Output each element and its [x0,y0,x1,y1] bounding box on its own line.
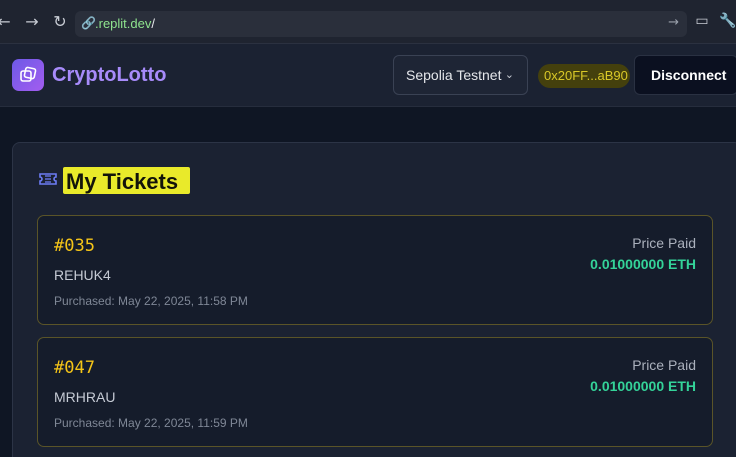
price-label: Price Paid [632,357,696,373]
app-logo[interactable] [12,59,44,91]
app-header: CryptoLotto Sepolia Testnet ⌄ 0x20FF...a… [0,44,736,107]
browser-toolbar: ← → ↻ 🔗 .replit.dev/ → ▭ 🔧 [0,0,736,44]
send-arrow-icon[interactable]: → [668,15,679,30]
reload-icon[interactable]: ↻ [50,12,70,32]
ticket-number: #047 [54,358,95,378]
url-text: .replit.dev/ [95,16,155,31]
network-label: Sepolia Testnet [406,67,502,83]
price-label: Price Paid [632,235,696,251]
price-value: 0.01000000 ETH [590,378,696,394]
purchase-date: Purchased: May 22, 2025, 11:59 PM [54,416,248,430]
network-selector[interactable]: Sepolia Testnet ⌄ [393,55,528,95]
section-title: My Tickets [66,169,179,194]
cast-icon[interactable]: ▭ [693,13,711,31]
address-bar[interactable]: 🔗 .replit.dev/ → [75,11,687,37]
ticket-number: #035 [54,236,95,256]
ticket-code: REHUK4 [54,267,111,283]
ticket-code: MRHRAU [54,389,116,405]
ticket-icon [39,173,57,185]
ticket-card[interactable]: #047 MRHRAU Purchased: May 22, 2025, 11:… [37,337,713,447]
ticket-logo-icon [20,66,37,82]
chevron-down-icon: ⌄ [504,68,514,81]
forward-icon[interactable]: → [22,12,42,32]
back-icon[interactable]: ← [0,12,14,32]
brand-name[interactable]: CryptoLotto [52,64,166,87]
wrench-icon[interactable]: 🔧 [719,13,736,31]
link-icon: 🔗 [81,16,96,30]
purchase-date: Purchased: May 22, 2025, 11:58 PM [54,294,248,308]
wallet-address: 0x20FF...aB90 [544,68,628,83]
price-value: 0.01000000 ETH [590,256,696,272]
ticket-card[interactable]: #035 REHUK4 Purchased: May 22, 2025, 11:… [37,215,713,325]
disconnect-button[interactable]: Disconnect [634,55,736,95]
